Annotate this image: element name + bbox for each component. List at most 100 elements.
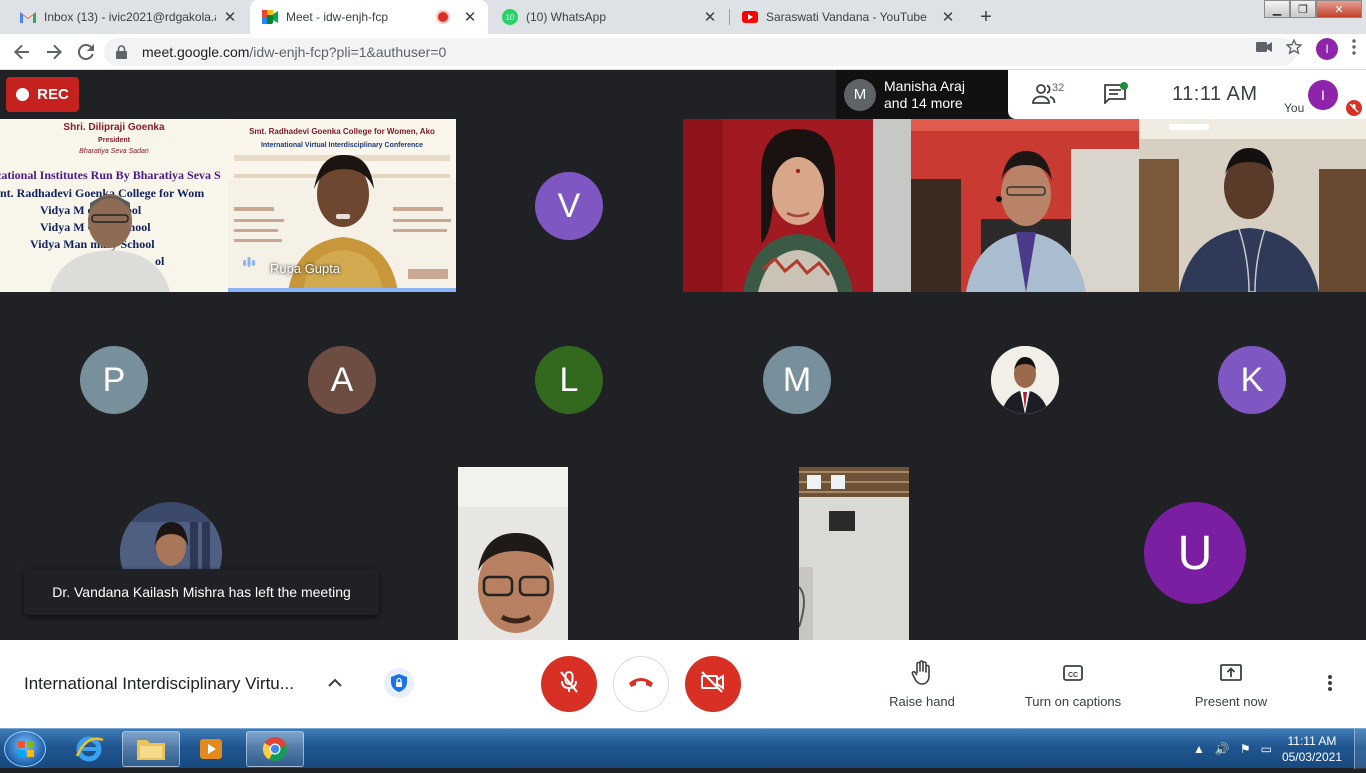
audio-level-icon [242,255,256,274]
browser-toolbar: meet.google.com/idw-enjh-fcp?pli=1&authu… [0,34,1366,70]
rupa-video: Smt. Radhadevi Goenka College for Women,… [228,119,456,288]
participant-avatar: L [535,346,603,414]
network-icon[interactable]: ▭ [1261,742,1272,756]
chevron-up-icon[interactable] [326,674,344,697]
hand-icon [911,660,930,685]
participant-tile-woman[interactable] [683,119,911,292]
meet-icon [262,9,278,25]
camera-off-icon [700,670,726,698]
chat-notification-dot [1120,82,1128,90]
mic-toggle-button[interactable] [541,656,597,712]
captions-button[interactable]: CC Turn on captions [1016,660,1130,709]
window-close-button[interactable]: ✕ [1316,0,1362,18]
action-center-flag-icon[interactable]: ⚑ [1240,742,1251,756]
present-screen-icon [1220,664,1242,681]
record-dot-icon [16,88,30,101]
tab-meet[interactable]: Meet - idw-enjh-fcp ✕ [250,0,488,34]
tab-gmail[interactable]: Inbox (13) - ivic2021@rdgakola.a ✕ [8,0,248,34]
reload-icon[interactable] [74,40,98,64]
recording-indicator-icon [438,12,448,22]
start-button-windows-icon[interactable] [4,731,46,767]
media-player-icon[interactable] [182,731,240,767]
participant-tile-l[interactable]: L [456,292,683,466]
raise-hand-label: Raise hand [889,694,955,709]
participant-tile-ceiling[interactable] [799,467,909,640]
participant-tile-v[interactable]: V [456,119,683,292]
rec-label: REC [37,86,69,103]
self-avatar[interactable]: I [1308,80,1338,110]
participant-tile-photo[interactable] [911,292,1139,466]
menu-kebab-icon[interactable] [1352,38,1356,60]
lock-icon [116,45,130,59]
show-desktop-button[interactable] [1354,729,1366,769]
svg-text:CC: CC [1068,672,1078,679]
participant-avatar: A [308,346,376,414]
camera-toggle-button[interactable] [685,656,741,712]
internet-explorer-icon[interactable] [60,731,118,767]
gmail-icon [20,9,36,25]
older-man-video [1139,119,1366,292]
whatsapp-icon: 10 [502,9,518,25]
tray-expand-icon[interactable]: ▲ [1193,742,1205,756]
back-arrow-icon[interactable] [10,40,34,64]
profile-avatar[interactable]: I [1316,38,1338,60]
mic-off-icon [1346,100,1362,116]
leave-call-button[interactable] [613,656,669,712]
closed-captions-icon: CC [1063,665,1083,681]
meeting-title[interactable]: International Interdisciplinary Virtu... [24,674,294,694]
minimize-button[interactable]: ▁ [1264,0,1290,18]
participant-tile-slide[interactable]: Shri. Dilipraji Goenka President Bharati… [0,119,228,292]
man-suit-video [911,119,1139,292]
present-now-button[interactable]: Present now [1188,660,1274,709]
close-icon[interactable]: ✕ [940,9,956,26]
volume-icon[interactable]: 🔊 [1215,742,1230,756]
close-icon[interactable]: ✕ [222,9,238,26]
chrome-icon[interactable] [246,731,304,767]
participant-tile-p[interactable]: P [0,292,228,466]
ceiling-video [799,467,909,640]
forward-arrow-icon[interactable] [42,40,66,64]
tab-youtube[interactable]: Saraswati Vandana - YouTube ✕ [730,0,966,34]
taskbar-date: 05/03/2021 [1281,750,1342,764]
close-icon[interactable]: ✕ [702,9,718,26]
svg-text:cational Institutes Run By Bha: cational Institutes Run By Bharatiya Sev… [0,168,221,182]
meeting-controls-bar: International Interdisciplinary Virtu...… [0,640,1366,728]
slide-video: Shri. Dilipraji Goenka President Bharati… [0,119,228,292]
windows-taskbar: ▲ 🔊 ⚑ ▭ 11:11 AM 05/03/2021 [0,728,1366,769]
participant-avatar: P [80,346,148,414]
participant-photo-avatar [991,346,1059,414]
host-controls-shield-icon[interactable] [384,668,414,698]
participant-avatar: K [1218,346,1286,414]
participant-tile-a[interactable]: A [228,292,456,466]
tab-title: Inbox (13) - ivic2021@rdgakola.a [44,10,216,24]
bookmark-star-icon[interactable] [1285,37,1303,60]
raise-hand-button[interactable]: Raise hand [884,660,960,709]
close-icon[interactable]: ✕ [462,9,478,26]
active-speaker-chip[interactable]: M Manisha Araj and 14 more [836,70,1008,119]
participant-tile-man-suit[interactable] [911,119,1139,292]
svg-text:Bharatiya Seva Sadan: Bharatiya Seva Sadan [79,148,149,155]
captions-label: Turn on captions [1024,694,1122,709]
file-explorer-icon[interactable] [122,731,180,767]
video-grid: Shri. Dilipraji Goenka President Bharati… [0,119,1366,640]
svg-text:ol: ol [155,254,165,268]
participant-tile-man-glasses[interactable] [458,467,568,640]
address-bar[interactable]: meet.google.com/idw-enjh-fcp?pli=1&authu… [104,38,1296,66]
participant-tile-m[interactable]: M [683,292,911,466]
tab-whatsapp[interactable]: 10 (10) WhatsApp ✕ [490,0,728,34]
camera-blocked-icon[interactable] [1256,40,1272,58]
window-controls: ▁ ❐ ✕ [1264,0,1362,18]
svg-text:President: President [98,137,131,144]
participant-tile-k[interactable]: K [1139,292,1366,466]
meet-top-bar: REC M Manisha Araj and 14 more 32 11:11 … [0,70,1366,119]
participant-tile-older-man[interactable] [1139,119,1366,292]
new-tab-button[interactable]: + [972,4,1000,30]
taskbar-clock[interactable]: 11:11 AM 05/03/2021 [1282,733,1342,765]
you-label: You [1284,101,1305,115]
chat-icon[interactable] [1104,82,1128,109]
more-options-icon[interactable] [1327,674,1333,697]
participant-tile-u[interactable]: U [1139,466,1366,640]
participant-tile-rupa-gupta[interactable]: Smt. Radhadevi Goenka College for Women,… [228,119,456,292]
maximize-button[interactable]: ❐ [1290,0,1316,18]
tab-title: Saraswati Vandana - YouTube [766,10,927,24]
